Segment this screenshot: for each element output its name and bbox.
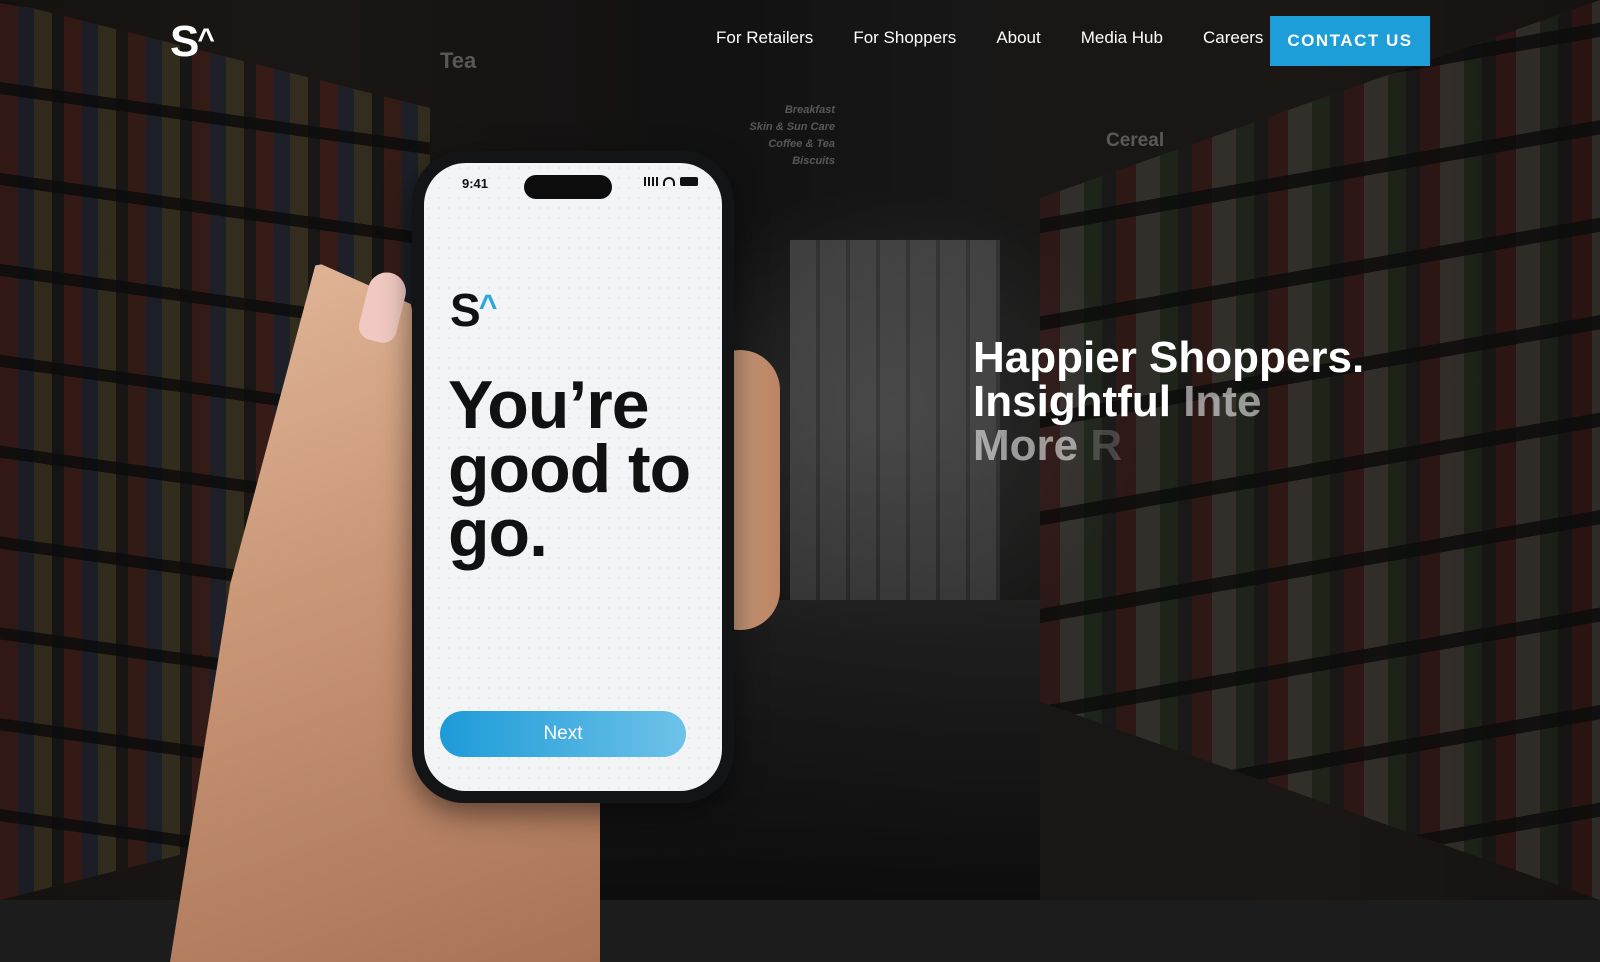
phone-screen: 9:41 S^ You’re good to go. Next	[424, 163, 722, 791]
dynamic-island	[524, 175, 612, 199]
hero-line-3-fading-more: R	[1090, 421, 1123, 470]
nav-for-retailers[interactable]: For Retailers	[716, 28, 813, 48]
app-logo: S^	[450, 284, 498, 336]
logo-letter: S	[170, 17, 199, 66]
app-logo-letter: S	[450, 284, 481, 336]
nav-careers[interactable]: Careers	[1203, 28, 1263, 48]
hero-line-1: Happier Shoppers.	[973, 333, 1365, 382]
status-time: 9:41	[462, 176, 489, 191]
contact-us-button[interactable]: CONTACT US	[1270, 16, 1430, 66]
hero-line-3-fading: More	[973, 421, 1079, 470]
site-logo[interactable]: S^	[170, 17, 215, 66]
battery-icon	[680, 177, 698, 186]
nav-for-shoppers[interactable]: For Shoppers	[853, 28, 956, 48]
hero-line-2-fading: Inte	[1183, 377, 1262, 426]
main-nav: For Retailers For Shoppers About Media H…	[716, 28, 1263, 48]
signal-icon	[644, 177, 658, 186]
nav-about[interactable]: About	[996, 28, 1040, 48]
app-logo-caret: ^	[478, 288, 498, 324]
nav-media-hub[interactable]: Media Hub	[1081, 28, 1163, 48]
next-button[interactable]: Next	[440, 711, 686, 757]
hero-line-2: Insightful Inte	[973, 380, 1364, 424]
hero-heading: Happier Shoppers. Insightful Inte More R	[973, 336, 1364, 468]
hero-line-2-solid: Insightful	[973, 377, 1171, 426]
hero-line-3: More R	[973, 424, 1364, 468]
logo-caret: ^	[197, 23, 214, 56]
wifi-icon	[663, 177, 675, 186]
phone-headline: You’re good to go.	[448, 367, 691, 571]
phone-mockup: 9:41 S^ You’re good to go. Next	[412, 151, 734, 803]
status-icons	[644, 177, 698, 186]
